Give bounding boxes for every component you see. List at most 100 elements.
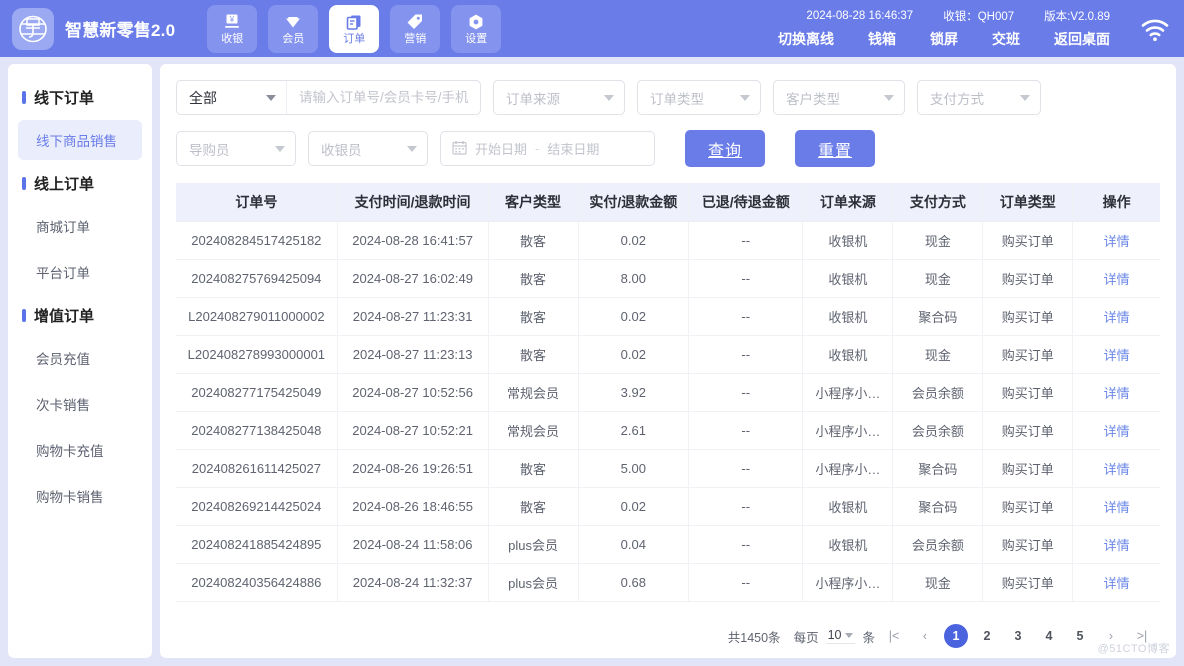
chevron-down-icon (604, 95, 614, 101)
sidebar-item-offline-goods-sales[interactable]: 线下商品销售 (18, 120, 142, 160)
cell-order-source: 小程序小… (803, 411, 893, 449)
cell-customer-type: 散客 (488, 259, 578, 297)
cell-action[interactable]: 详情 (1073, 525, 1160, 563)
chevron-down-icon (740, 95, 750, 101)
cell-customer-type: plus会员 (488, 563, 578, 601)
pagination-page-3[interactable]: 3 (1006, 624, 1030, 648)
cell-pay-refund-time: 2024-08-27 10:52:21 (337, 411, 488, 449)
cell-refunded-pending-amount: -- (689, 373, 803, 411)
reset-button[interactable]: 重置 (795, 130, 875, 167)
cell-pay-method: 现金 (893, 335, 983, 373)
header-link-back-to-desktop[interactable]: 返回桌面 (1054, 29, 1110, 49)
brand-title: 智慧新零售2.0 (65, 16, 175, 41)
table-row: 2024082418854248952024-08-24 11:58:06plu… (176, 525, 1160, 563)
cell-paid-refund-amount: 0.02 (578, 335, 689, 373)
cell-refunded-pending-amount: -- (689, 525, 803, 563)
cell-order-source: 收银机 (803, 259, 893, 297)
cell-order-type: 购买订单 (983, 449, 1073, 487)
order-documents-icon (345, 13, 363, 31)
nav-item-marketing[interactable]: 营销 (390, 5, 440, 53)
cell-action[interactable]: 详情 (1073, 373, 1160, 411)
search-input[interactable] (287, 81, 480, 114)
cell-order-no: 202408241885424895 (176, 525, 337, 563)
sidebar-item-label: 平台订单 (36, 262, 90, 282)
orders-table: 订单号 支付时间/退款时间 客户类型 实付/退款金额 已退/待退金额 订单来源 … (176, 183, 1160, 602)
sidebar-item-shopping-card-sales[interactable]: 购物卡销售 (18, 476, 142, 516)
cell-action[interactable]: 详情 (1073, 411, 1160, 449)
member-diamond-icon (284, 13, 302, 31)
nav-label: 收银 (221, 34, 243, 45)
cell-refunded-pending-amount: -- (689, 563, 803, 601)
query-button[interactable]: 查询 (685, 130, 765, 167)
nav-item-settings[interactable]: 设置 (451, 5, 501, 53)
chevron-down-icon (884, 95, 894, 101)
sidebar-item-label: 会员充值 (36, 348, 90, 368)
cell-order-source: 小程序小… (803, 373, 893, 411)
cell-action[interactable]: 详情 (1073, 487, 1160, 525)
order-source-select[interactable]: 订单来源 (493, 80, 625, 115)
guide-select[interactable]: 导购员 (176, 131, 296, 166)
pagination-perpage-select[interactable]: 10 (826, 628, 856, 644)
cell-order-source: 收银机 (803, 525, 893, 563)
customer-type-select[interactable]: 客户类型 (773, 80, 905, 115)
pagination-page-4[interactable]: 4 (1037, 624, 1061, 648)
search-scope-select[interactable]: 全部 (177, 81, 287, 114)
cell-action[interactable]: 详情 (1073, 449, 1160, 487)
cell-order-source: 小程序小… (803, 563, 893, 601)
header-link-switch-offline[interactable]: 切换离线 (778, 29, 834, 49)
sidebar-group-label: 增值订单 (34, 305, 94, 326)
cell-refunded-pending-amount: -- (689, 297, 803, 335)
cashier-select[interactable]: 收银员 (308, 131, 428, 166)
pagination-prev-button[interactable]: ‹ (913, 624, 937, 648)
brand: 智慧新零售2.0 (12, 8, 175, 50)
header-right: 2024-08-28 16:46:37 收银：QH007 版本:V2.0.89 … (778, 8, 1172, 49)
cell-order-no: 202408275769425094 (176, 259, 337, 297)
cell-paid-refund-amount: 0.04 (578, 525, 689, 563)
cell-action[interactable]: 详情 (1073, 221, 1160, 259)
cell-paid-refund-amount: 2.61 (578, 411, 689, 449)
pagination-page-5[interactable]: 5 (1068, 624, 1092, 648)
header-datetime: 2024-08-28 16:46:37 (806, 10, 913, 22)
group-marker (22, 91, 26, 104)
pagination-page-1[interactable]: 1 (944, 624, 968, 648)
order-type-select[interactable]: 订单类型 (637, 80, 761, 115)
pagination-first-button[interactable]: |< (882, 624, 906, 648)
cell-pay-method: 现金 (893, 563, 983, 601)
cell-paid-refund-amount: 0.02 (578, 297, 689, 335)
table-row: L2024082790110000022024-08-27 11:23:31散客… (176, 297, 1160, 335)
pay-method-select[interactable]: 支付方式 (917, 80, 1041, 115)
sidebar-item-shopping-card-recharge[interactable]: 购物卡充值 (18, 430, 142, 470)
app-header: 智慧新零售2.0 ¥ 收银 会员 (0, 0, 1184, 57)
sidebar-item-label: 次卡销售 (36, 394, 90, 414)
sidebar-item-punch-card-sales[interactable]: 次卡销售 (18, 384, 142, 424)
cell-paid-refund-amount: 0.02 (578, 487, 689, 525)
cell-pay-method: 现金 (893, 259, 983, 297)
cell-action[interactable]: 详情 (1073, 563, 1160, 601)
nav-item-cashier[interactable]: ¥ 收银 (207, 5, 257, 53)
pagination-perpage-label: 每页 (794, 627, 819, 646)
table-row: 2024082692144250242024-08-26 18:46:55散客0… (176, 487, 1160, 525)
cell-order-type: 购买订单 (983, 335, 1073, 373)
filter-row-secondary: 导购员 收银员 (176, 130, 1160, 167)
sidebar-item-member-recharge[interactable]: 会员充值 (18, 338, 142, 378)
search-scope-value: 全部 (189, 88, 217, 108)
cell-action[interactable]: 详情 (1073, 259, 1160, 297)
header-link-lock-screen[interactable]: 锁屏 (930, 29, 958, 49)
nav-item-order[interactable]: 订单 (329, 5, 379, 53)
sidebar-group-online-orders: 线上订单 (8, 166, 152, 200)
cell-pay-method: 聚合码 (893, 297, 983, 335)
header-link-shift-change[interactable]: 交班 (992, 29, 1020, 49)
header-link-cash-drawer[interactable]: 钱箱 (868, 29, 896, 49)
sidebar-item-mall-orders[interactable]: 商城订单 (18, 206, 142, 246)
cell-action[interactable]: 详情 (1073, 335, 1160, 373)
date-range-picker[interactable]: 开始日期 - 结束日期 (440, 131, 655, 166)
chevron-down-icon (1020, 95, 1030, 101)
sidebar-item-platform-orders[interactable]: 平台订单 (18, 252, 142, 292)
watermark: @51CTO博客 (1098, 640, 1170, 656)
cell-pay-refund-time: 2024-08-24 11:58:06 (337, 525, 488, 563)
pagination-page-2[interactable]: 2 (975, 624, 999, 648)
nav-label: 营销 (404, 34, 426, 45)
cell-order-source: 小程序小… (803, 449, 893, 487)
cell-action[interactable]: 详情 (1073, 297, 1160, 335)
nav-item-member[interactable]: 会员 (268, 5, 318, 53)
